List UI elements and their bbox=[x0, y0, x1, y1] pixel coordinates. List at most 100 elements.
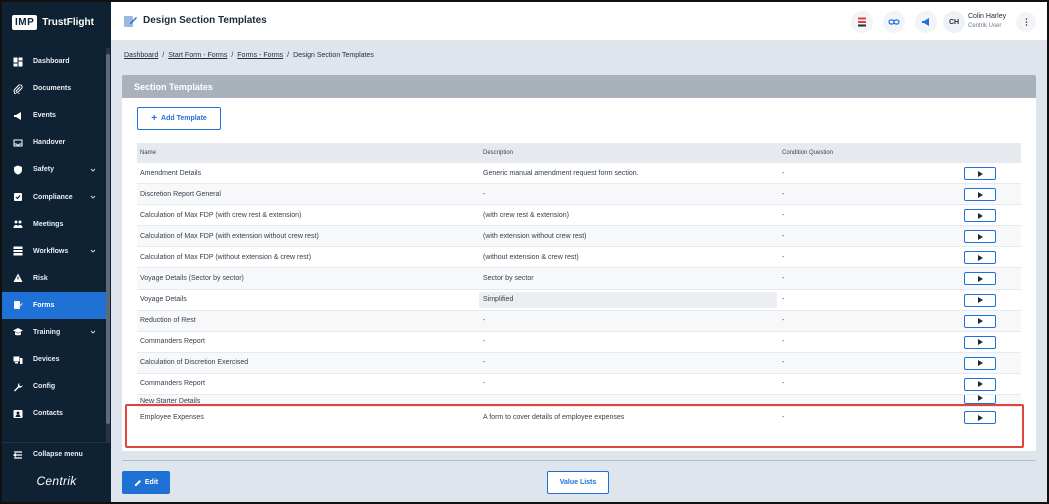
row-description: Generic manual amendment request form se… bbox=[483, 169, 639, 177]
sidebar-nav: Dashboard Documents Events Handover Safety Co… bbox=[2, 48, 106, 427]
collapse-icon bbox=[12, 449, 24, 461]
row-name: Voyage Details (Sector by sector) bbox=[140, 275, 244, 283]
sidebar-item-training[interactable]: Training bbox=[2, 319, 106, 346]
value-lists-button[interactable]: Value Lists bbox=[547, 471, 609, 494]
table-header: Name Description Condition Question bbox=[137, 143, 1021, 162]
breadcrumb-forms[interactable]: Forms - Forms bbox=[237, 52, 283, 59]
play-icon bbox=[977, 275, 983, 282]
collapse-menu-button[interactable]: Collapse menu bbox=[2, 442, 106, 466]
warning-icon bbox=[12, 272, 24, 284]
row-description: (with extension without crew rest) bbox=[483, 232, 587, 240]
column-condition-question[interactable]: Condition Question bbox=[782, 150, 833, 156]
sidebar-item-label: Dashboard bbox=[33, 58, 70, 66]
open-template-button[interactable] bbox=[964, 272, 996, 286]
sidebar-item-forms[interactable]: Forms bbox=[2, 291, 106, 319]
open-template-button[interactable] bbox=[964, 335, 996, 349]
megaphone-icon bbox=[922, 18, 929, 26]
sidebar-item-devices[interactable]: Devices bbox=[2, 346, 106, 373]
sidebar-item-label: Training bbox=[33, 328, 61, 336]
sidebar-item-workflows[interactable]: Workflows bbox=[2, 238, 106, 265]
edit-button[interactable]: Edit bbox=[122, 471, 170, 494]
sidebar-item-contacts[interactable]: Contacts bbox=[2, 400, 106, 427]
sidebar-item-handover[interactable]: Handover bbox=[2, 129, 106, 156]
sidebar-item-label: Forms bbox=[33, 301, 55, 309]
form-edit-icon bbox=[123, 14, 137, 28]
kebab-icon bbox=[1025, 18, 1027, 26]
row-condition: - bbox=[782, 253, 785, 261]
open-template-button[interactable] bbox=[964, 230, 996, 244]
workflow-icon bbox=[12, 245, 24, 257]
sidebar-item-label: Safety bbox=[33, 166, 55, 174]
link-button[interactable] bbox=[883, 11, 905, 33]
play-icon bbox=[977, 170, 983, 177]
add-template-button[interactable]: + Add Template bbox=[137, 107, 221, 130]
table-row: Voyage Details (Sector by sector) Sector … bbox=[137, 267, 1021, 289]
row-name: Amendment Details bbox=[140, 169, 202, 177]
sidebar-item-label: Contacts bbox=[33, 410, 63, 418]
breadcrumb-dashboard[interactable]: Dashboard bbox=[124, 52, 158, 59]
sidebar-item-label: Risk bbox=[33, 274, 48, 282]
table-row: Calculation of Max FDP (with extension w… bbox=[137, 225, 1021, 247]
page-title: Design Section Templates bbox=[143, 15, 267, 26]
avatar[interactable]: CH bbox=[943, 11, 965, 33]
sidebar-item-meetings[interactable]: Meetings bbox=[2, 211, 106, 238]
play-icon bbox=[977, 414, 983, 421]
user-name: Colin Harley bbox=[968, 13, 1007, 20]
stack-icon bbox=[858, 17, 866, 27]
sidebar-item-label: Meetings bbox=[33, 220, 64, 228]
announcement-button[interactable] bbox=[915, 11, 937, 33]
sidebar-item-label: Events bbox=[33, 112, 56, 120]
sidebar-item-compliance[interactable]: Compliance bbox=[2, 183, 106, 210]
logo[interactable]: IMP TrustFlight bbox=[12, 12, 94, 32]
sidebar-item-dashboard[interactable]: Dashboard bbox=[2, 48, 106, 75]
row-condition: - bbox=[782, 296, 785, 304]
table-row: Calculation of Max FDP (without extensio… bbox=[137, 246, 1021, 267]
row-name: Discretion Report General bbox=[140, 190, 221, 198]
row-name: Calculation of Discretion Exercised bbox=[140, 359, 249, 367]
row-name: Voyage Details bbox=[140, 296, 187, 304]
open-template-button[interactable] bbox=[964, 395, 996, 405]
column-name[interactable]: Name bbox=[140, 150, 156, 156]
row-description: - bbox=[483, 359, 486, 367]
table-row: Amendment Details Generic manual amendmen… bbox=[137, 162, 1021, 183]
table-row: Commanders Report - - bbox=[137, 330, 1021, 352]
people-icon bbox=[12, 218, 24, 230]
breadcrumb-separator: / bbox=[287, 52, 290, 59]
sidebar-item-risk[interactable]: Risk bbox=[2, 265, 106, 292]
user-role: Centrik User bbox=[968, 23, 1002, 29]
sidebar-item-config[interactable]: Config bbox=[2, 373, 106, 400]
sidebar-item-label: Documents bbox=[33, 85, 72, 93]
contacts-icon bbox=[12, 408, 24, 420]
open-template-button[interactable] bbox=[964, 377, 996, 391]
breadcrumb-separator: / bbox=[231, 52, 234, 59]
row-description: (with crew rest & extension) bbox=[483, 211, 569, 219]
open-template-button[interactable] bbox=[964, 411, 996, 425]
open-template-button[interactable] bbox=[964, 293, 996, 307]
open-template-button[interactable] bbox=[964, 251, 996, 265]
open-template-button[interactable] bbox=[964, 188, 996, 202]
column-description[interactable]: Description bbox=[483, 150, 513, 156]
dashboard-icon bbox=[12, 56, 24, 68]
row-description: Sector by sector bbox=[483, 275, 534, 283]
open-template-button[interactable] bbox=[964, 314, 996, 328]
open-template-button[interactable] bbox=[964, 356, 996, 370]
sidebar-item-label: Workflows bbox=[33, 247, 69, 255]
chevron-down-icon bbox=[90, 195, 96, 199]
more-menu-button[interactable] bbox=[1016, 12, 1036, 32]
sidebar-item-events[interactable]: Events bbox=[2, 102, 106, 129]
row-condition: - bbox=[782, 380, 785, 388]
breadcrumb-current: Design Section Templates bbox=[293, 52, 374, 59]
templates-table: Name Description Condition Question Amen… bbox=[137, 143, 1021, 428]
megaphone-icon bbox=[12, 110, 24, 122]
row-description: (without extension & crew rest) bbox=[483, 253, 579, 261]
open-template-button[interactable] bbox=[964, 167, 996, 180]
sidebar-item-documents[interactable]: Documents bbox=[2, 75, 106, 102]
stack-button[interactable] bbox=[851, 11, 873, 33]
row-condition: - bbox=[782, 317, 785, 325]
open-template-button[interactable] bbox=[964, 209, 996, 223]
section-templates-card: Section Templates + Add Template Name De… bbox=[122, 75, 1036, 451]
sidebar-scrollbar-thumb[interactable] bbox=[106, 54, 110, 424]
table-row: Calculation of Max FDP (with crew rest &… bbox=[137, 204, 1021, 225]
sidebar-item-safety[interactable]: Safety bbox=[2, 156, 106, 183]
breadcrumb-start-form[interactable]: Start Form - Forms bbox=[168, 52, 227, 59]
